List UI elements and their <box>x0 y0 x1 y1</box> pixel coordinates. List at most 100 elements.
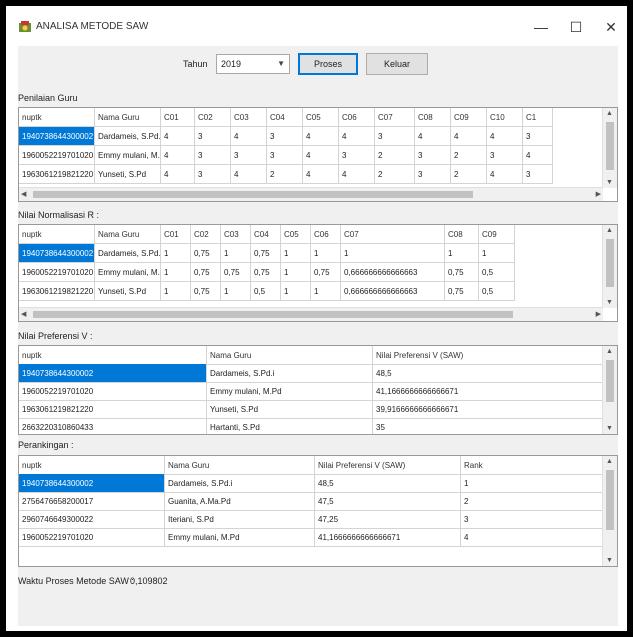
table-cell[interactable]: 4 <box>451 127 487 146</box>
scroll-thumb[interactable] <box>33 191 473 198</box>
table-cell[interactable]: 4 <box>339 165 375 184</box>
table-cell[interactable]: 1 <box>445 244 479 263</box>
table-cell[interactable]: 4 <box>231 165 267 184</box>
column-header[interactable]: Nama Guru <box>165 456 315 475</box>
table-cell[interactable]: 0,75 <box>191 282 221 301</box>
table-cell[interactable]: 4 <box>415 127 451 146</box>
horizontal-scrollbar[interactable]: ◀ ▶ <box>19 307 603 321</box>
scroll-up-icon[interactable]: ▲ <box>606 227 613 234</box>
table-cell[interactable]: 0,75 <box>191 263 221 282</box>
table-cell[interactable]: 3 <box>523 165 553 184</box>
table-cell[interactable]: Emmy mulani, M.Pd <box>165 528 315 547</box>
table-cell[interactable]: 3 <box>523 127 553 146</box>
table-cell[interactable]: 0,75 <box>191 244 221 263</box>
table-cell[interactable]: 0,5 <box>251 282 281 301</box>
table-cell[interactable]: Guanita, A.Ma.Pd <box>165 492 315 511</box>
scroll-right-icon[interactable]: ▶ <box>596 190 601 198</box>
table-cell[interactable]: 4 <box>231 127 267 146</box>
process-button[interactable]: Proses <box>298 53 358 75</box>
column-header[interactable]: C06 <box>339 108 375 127</box>
table-cell[interactable]: 2960746649300022 <box>19 510 165 529</box>
table-cell[interactable]: Yunseti, S.Pd <box>207 400 373 419</box>
table-cell[interactable]: 1 <box>281 263 311 282</box>
table-cell[interactable]: 2756476658200017 <box>19 492 165 511</box>
scroll-left-icon[interactable]: ◀ <box>21 190 26 198</box>
table-cell[interactable]: 3 <box>195 127 231 146</box>
table-cell[interactable]: 4 <box>461 528 605 547</box>
table-cell[interactable]: 1963061219821220 <box>19 400 207 419</box>
table-cell[interactable]: Hartanti, S.Pd <box>207 418 373 434</box>
column-header[interactable]: C1 <box>523 108 553 127</box>
table-cell[interactable]: 4 <box>523 146 553 165</box>
table-cell[interactable]: 2 <box>267 165 303 184</box>
vertical-scrollbar[interactable]: ▲ ▼ <box>602 456 617 566</box>
table-cell[interactable]: 0,75 <box>311 263 341 282</box>
exit-button[interactable]: Keluar <box>366 53 428 75</box>
column-header[interactable]: C02 <box>195 108 231 127</box>
table-cell[interactable]: 3 <box>415 165 451 184</box>
column-header[interactable]: C10 <box>487 108 523 127</box>
scroll-up-icon[interactable]: ▲ <box>606 458 613 465</box>
table-cell[interactable]: 2 <box>461 492 605 511</box>
column-header[interactable]: C04 <box>251 225 281 244</box>
column-header[interactable]: nuptk <box>19 225 95 244</box>
chevron-down-icon[interactable]: ▼ <box>277 59 285 68</box>
table-cell[interactable]: 2 <box>375 165 415 184</box>
table-cell[interactable]: 3 <box>267 146 303 165</box>
table-cell[interactable]: Emmy mulani, M.Pd <box>95 263 161 282</box>
column-header[interactable]: C01 <box>161 108 195 127</box>
column-header[interactable]: C03 <box>231 108 267 127</box>
scroll-up-icon[interactable]: ▲ <box>606 348 613 355</box>
table-cell[interactable]: 1963061219821220 <box>19 282 95 301</box>
column-header[interactable]: C08 <box>445 225 479 244</box>
column-header[interactable]: C09 <box>451 108 487 127</box>
table-cell[interactable]: 41,1666666666666671 <box>315 528 461 547</box>
table-cell[interactable]: 4 <box>161 127 195 146</box>
table-cell[interactable]: 47,25 <box>315 510 461 529</box>
table-cell[interactable]: 1 <box>311 244 341 263</box>
table-cell[interactable]: 1960052219701020 <box>19 146 95 165</box>
table-cell[interactable]: 48,5 <box>315 474 461 493</box>
table-cell[interactable]: 0,5 <box>479 282 515 301</box>
column-header[interactable]: Nilai Preferensi V (SAW) <box>373 346 605 365</box>
table-cell[interactable]: 1 <box>341 244 445 263</box>
table-cell[interactable]: Iteriani, S.Pd <box>165 510 315 529</box>
column-header[interactable]: C07 <box>341 225 445 244</box>
table-cell[interactable]: 0,5 <box>479 263 515 282</box>
scroll-down-icon[interactable]: ▼ <box>606 179 613 186</box>
table-cell[interactable]: 1 <box>281 282 311 301</box>
table-cell[interactable]: 3 <box>339 146 375 165</box>
table-cell[interactable]: 47,5 <box>315 492 461 511</box>
table-cell[interactable]: 41,1666666666666671 <box>373 382 605 401</box>
table-cell[interactable]: 3 <box>487 146 523 165</box>
table-cell[interactable]: 3 <box>375 127 415 146</box>
column-header[interactable]: C02 <box>191 225 221 244</box>
table-cell[interactable]: 0,666666666666663 <box>341 282 445 301</box>
scroll-up-icon[interactable]: ▲ <box>606 110 613 117</box>
scroll-right-icon[interactable]: ▶ <box>596 310 601 318</box>
scroll-down-icon[interactable]: ▼ <box>606 557 613 564</box>
scroll-thumb[interactable] <box>606 122 614 170</box>
table-cell[interactable]: Emmy mulani, M.Pd <box>207 382 373 401</box>
column-header[interactable]: C06 <box>311 225 341 244</box>
preference-grid[interactable]: nuptk Nama Guru Nilai Preferensi V (SAW) 19… <box>18 345 618 435</box>
table-cell[interactable]: 1960052219701020 <box>19 263 95 282</box>
table-cell[interactable]: 1940738644300002 <box>19 364 207 383</box>
scroll-left-icon[interactable]: ◀ <box>21 310 26 318</box>
table-cell[interactable]: 1 <box>311 282 341 301</box>
normalization-grid[interactable]: nuptk Nama Guru C01 C02 C03 C04 C05 C06 C07 C08 C0… <box>18 224 618 322</box>
table-cell[interactable]: Dardameis, S.Pd.i <box>207 364 373 383</box>
table-cell[interactable]: 35 <box>373 418 605 434</box>
table-cell[interactable]: 0,666666666666663 <box>341 263 445 282</box>
table-cell[interactable]: 1960052219701020 <box>19 382 207 401</box>
table-cell[interactable]: 3 <box>415 146 451 165</box>
column-header[interactable]: C08 <box>415 108 451 127</box>
scroll-down-icon[interactable]: ▼ <box>606 299 613 306</box>
scroll-thumb[interactable] <box>606 360 614 402</box>
horizontal-scrollbar[interactable]: ◀ ▶ <box>19 187 603 201</box>
table-cell[interactable]: Dardameis, S.Pd.i <box>95 244 161 263</box>
table-cell[interactable]: 48,5 <box>373 364 605 383</box>
column-header[interactable]: Nilai Preferensi V (SAW) <box>315 456 461 475</box>
table-cell[interactable]: 4 <box>303 127 339 146</box>
table-cell[interactable]: 4 <box>487 165 523 184</box>
